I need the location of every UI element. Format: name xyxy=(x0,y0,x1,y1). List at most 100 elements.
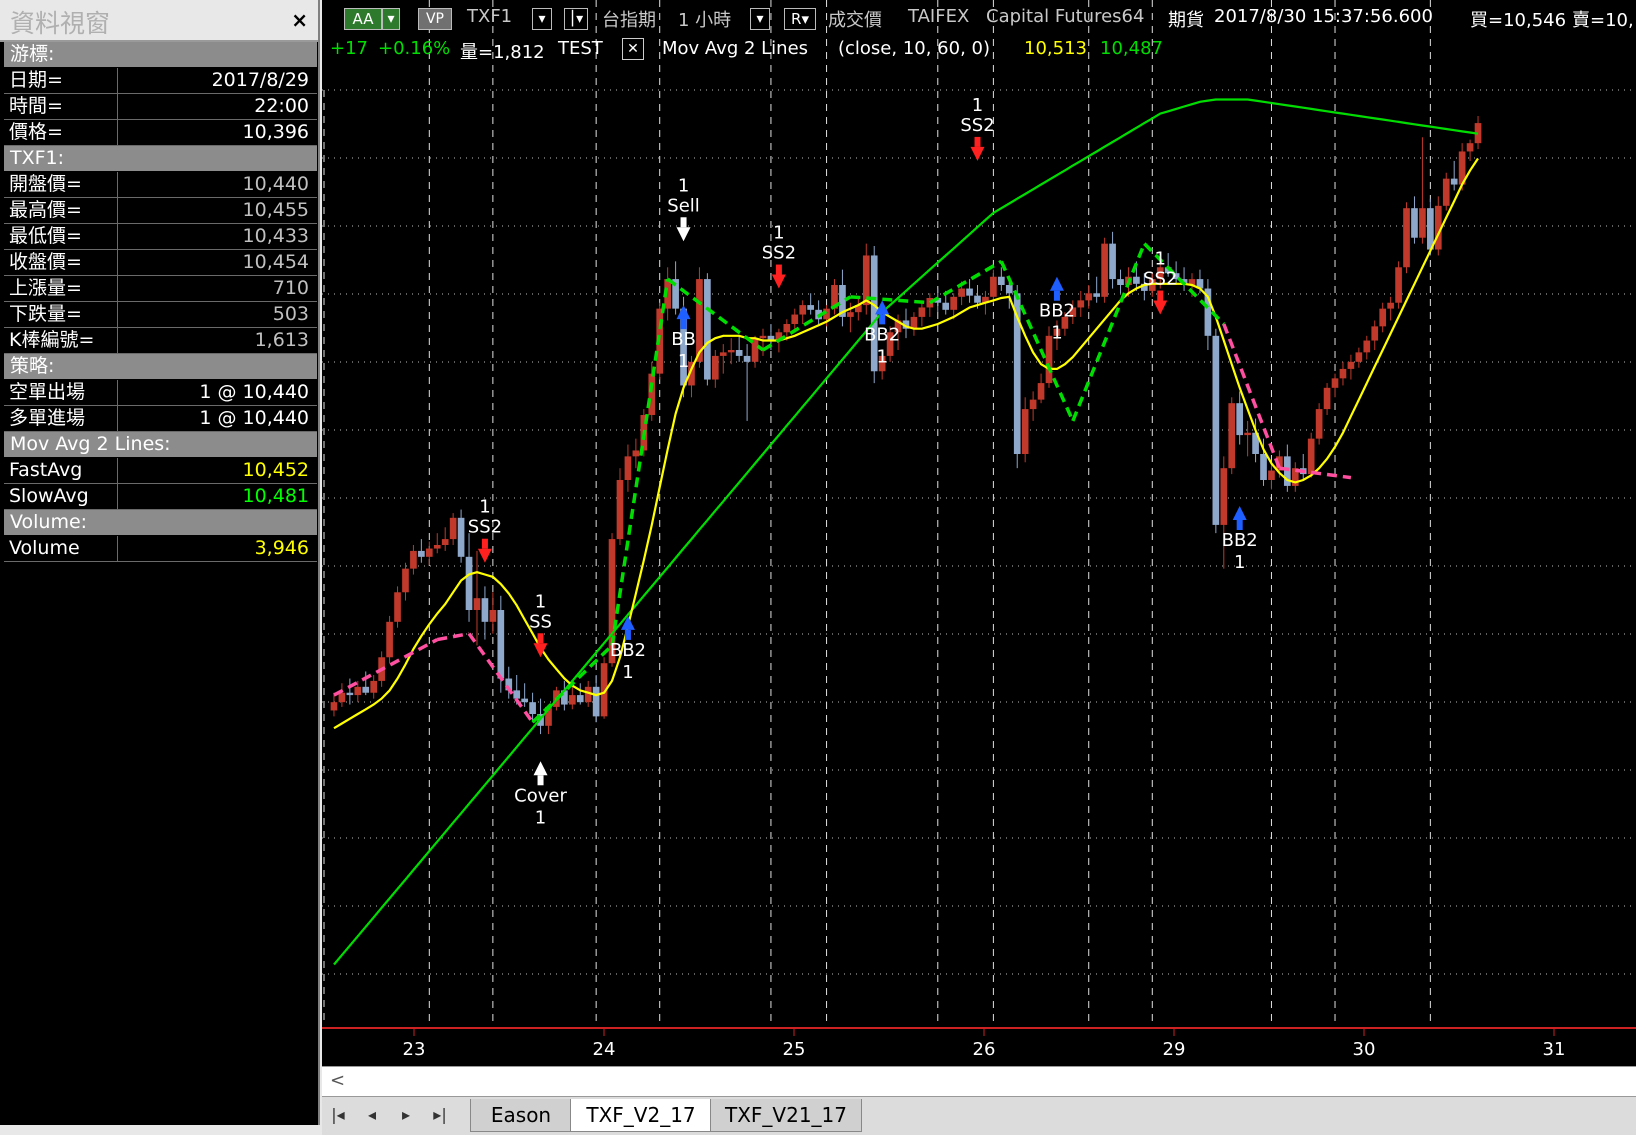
candle-body[interactable] xyxy=(386,621,393,658)
sheet-tab[interactable]: Eason xyxy=(470,1099,572,1132)
candle-body[interactable] xyxy=(624,456,632,480)
candle-body[interactable] xyxy=(1466,143,1474,152)
symbol-dropdown-icon[interactable]: ▾ xyxy=(532,8,552,30)
candle-body[interactable] xyxy=(576,695,584,703)
candle-body[interactable] xyxy=(497,610,505,679)
candle-body[interactable] xyxy=(592,686,600,717)
candle-body[interactable] xyxy=(513,690,521,699)
candle-body[interactable] xyxy=(1363,340,1371,353)
candle-body[interactable] xyxy=(418,550,425,557)
candle-body[interactable] xyxy=(998,276,1005,285)
candle-body[interactable] xyxy=(433,545,441,549)
candle-body[interactable] xyxy=(807,305,814,310)
candle-body[interactable] xyxy=(1395,267,1402,303)
candle-body[interactable] xyxy=(441,539,449,545)
candle-body[interactable] xyxy=(1236,403,1244,436)
candle-body[interactable] xyxy=(791,314,799,324)
candle-body[interactable] xyxy=(735,350,743,356)
candle-body[interactable] xyxy=(449,517,457,540)
horizontal-scrollbar[interactable]: < xyxy=(322,1066,1636,1097)
candle-body[interactable] xyxy=(410,550,417,569)
candle-body[interactable] xyxy=(783,324,791,333)
candle-body[interactable] xyxy=(1379,308,1387,327)
candle-body[interactable] xyxy=(1339,368,1347,379)
next-sheet-icon[interactable]: ▸ xyxy=(394,1103,418,1127)
candle-body[interactable] xyxy=(473,598,481,610)
candle-body[interactable] xyxy=(719,352,727,356)
candle-body[interactable] xyxy=(990,276,997,297)
last-sheet-icon[interactable]: ▸| xyxy=(428,1103,452,1127)
candle-body[interactable] xyxy=(1220,468,1228,525)
candle-body[interactable] xyxy=(1450,178,1458,185)
aa-button[interactable]: AA xyxy=(344,8,382,30)
candle-body[interactable] xyxy=(481,598,489,622)
candle-body[interactable] xyxy=(1029,399,1037,410)
candle-body[interactable] xyxy=(1371,326,1379,341)
candle-body[interactable] xyxy=(521,698,528,703)
interval-bar-icon[interactable]: ⎮▾ xyxy=(564,8,588,30)
candle-body[interactable] xyxy=(711,355,719,380)
candle-body[interactable] xyxy=(1419,208,1426,238)
candle-body[interactable] xyxy=(1323,387,1331,410)
candle-body[interactable] xyxy=(1228,403,1236,469)
candle-body[interactable] xyxy=(1260,454,1267,480)
sheet-tab[interactable]: TXF_V21_17 xyxy=(710,1099,862,1132)
chart-area[interactable]: SS2 1 SS 1 Cover 1 BB2 1 Sell 1 BB 1 SS2 1 BB2 1 SS2 1 BB2… xyxy=(322,0,1636,1066)
candle-body[interactable] xyxy=(457,517,465,557)
candle-body[interactable] xyxy=(1085,293,1093,301)
candle-body[interactable] xyxy=(918,307,926,317)
interval-label[interactable]: 1 小時 xyxy=(678,6,731,32)
candle-body[interactable] xyxy=(799,305,807,315)
candle-body[interactable] xyxy=(465,556,473,610)
first-sheet-icon[interactable]: |◂ xyxy=(326,1103,350,1127)
candle-body[interactable] xyxy=(966,288,973,296)
candle-body[interactable] xyxy=(529,702,536,714)
candle-body[interactable] xyxy=(346,692,354,696)
candle-body[interactable] xyxy=(489,610,497,622)
candle-body[interactable] xyxy=(1133,276,1140,284)
candle-body[interactable] xyxy=(1442,178,1450,206)
sheet-tab[interactable]: TXF_V2_17 xyxy=(570,1099,712,1132)
candle-body[interactable] xyxy=(1347,361,1355,369)
price-chart[interactable]: SS21SS1Cover1BB21Sell1BB1SS21BB21SS21BB2… xyxy=(322,0,1636,1066)
symbol-label[interactable]: TXF1 xyxy=(467,6,512,27)
candle-body[interactable] xyxy=(1244,432,1251,436)
close-icon[interactable]: × xyxy=(291,8,308,32)
candle-body[interactable] xyxy=(362,686,370,693)
prev-sheet-icon[interactable]: ◂ xyxy=(360,1103,384,1127)
candle-body[interactable] xyxy=(1037,383,1045,400)
candle-body[interactable] xyxy=(1212,335,1220,525)
candle-body[interactable] xyxy=(1021,409,1029,454)
candle-body[interactable] xyxy=(338,692,346,703)
candle-body[interactable] xyxy=(1268,470,1275,480)
candle-body[interactable] xyxy=(759,335,767,339)
candle-body[interactable] xyxy=(425,548,433,557)
candle-body[interactable] xyxy=(950,296,958,310)
candle-body[interactable] xyxy=(1355,352,1363,362)
candle-body[interactable] xyxy=(1307,438,1315,475)
candle-body[interactable] xyxy=(648,373,656,415)
candle-body[interactable] xyxy=(1005,285,1013,294)
candle-body[interactable] xyxy=(974,295,981,303)
candle-body[interactable] xyxy=(704,279,711,380)
candle-body[interactable] xyxy=(330,702,338,711)
candle-body[interactable] xyxy=(1117,279,1124,285)
candle-body[interactable] xyxy=(1101,243,1108,297)
candle-body[interactable] xyxy=(1411,208,1418,238)
candle-body[interactable] xyxy=(1109,243,1116,280)
candle-body[interactable] xyxy=(958,288,965,297)
candle-body[interactable] xyxy=(632,450,640,457)
candle-body[interactable] xyxy=(1077,300,1085,308)
candle-body[interactable] xyxy=(1331,378,1339,388)
candle-body[interactable] xyxy=(1093,293,1101,297)
candle-body[interactable] xyxy=(1427,208,1434,250)
candle-body[interactable] xyxy=(1387,302,1394,309)
candle-body[interactable] xyxy=(394,592,401,622)
candle-body[interactable] xyxy=(1403,208,1410,268)
vp-button[interactable]: VP xyxy=(418,8,452,30)
aa-dropdown-icon[interactable]: ▾ xyxy=(382,8,400,30)
candle-body[interactable] xyxy=(942,302,950,310)
indicator-name[interactable]: Mov Avg 2 Lines xyxy=(662,38,808,59)
interval-dropdown-icon[interactable]: ▾ xyxy=(750,8,770,30)
indicator-close-icon[interactable]: ✕ xyxy=(622,38,644,60)
